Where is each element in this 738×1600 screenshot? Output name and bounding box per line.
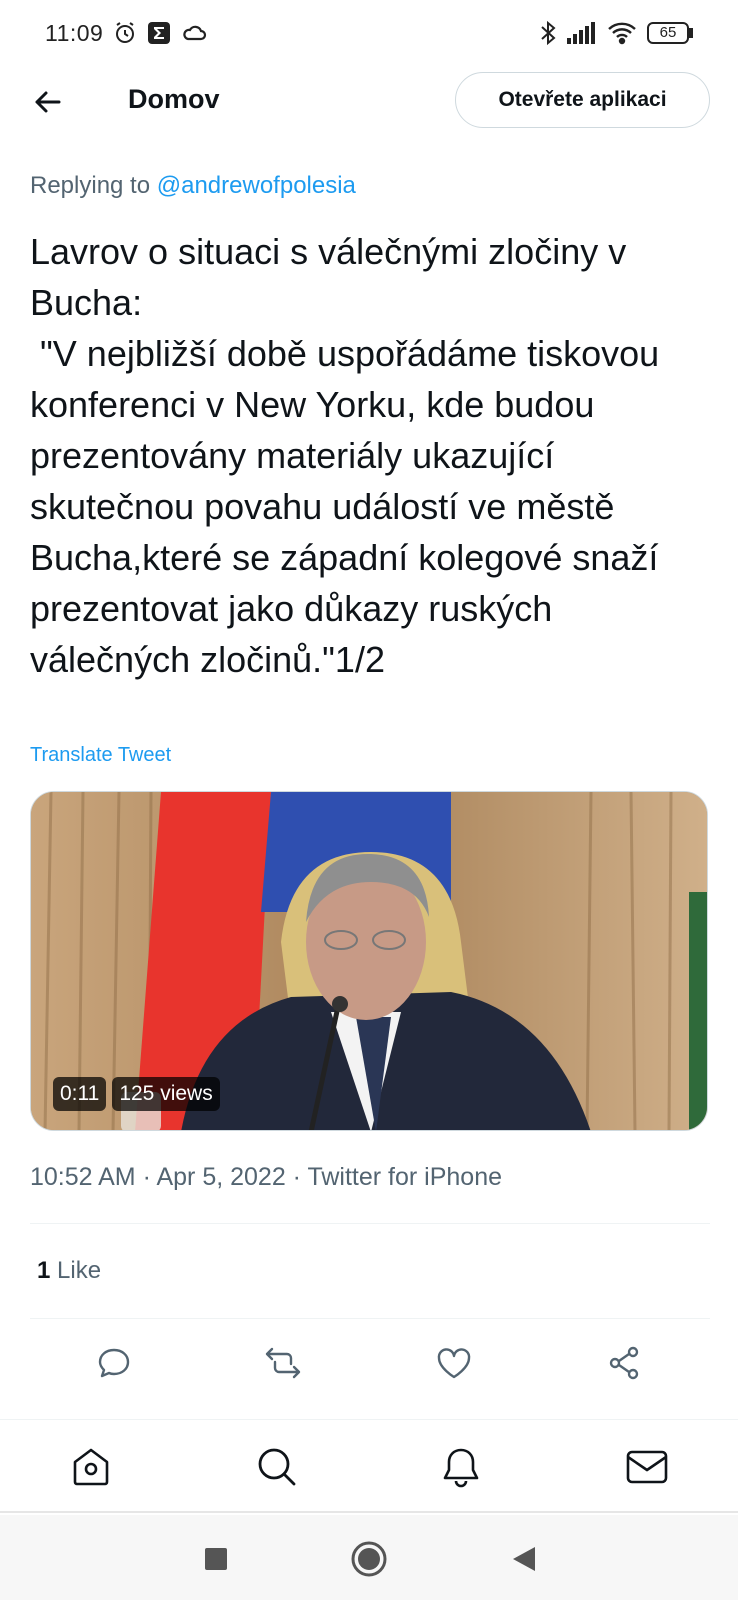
square-icon — [205, 1548, 227, 1570]
likes-number: 1 — [37, 1257, 51, 1284]
battery-icon: 65 — [647, 21, 693, 45]
video-views: 125 views — [112, 1077, 220, 1111]
page: 11:09 65 Domov Otevřete aplikaci Replyin… — [0, 0, 738, 1600]
search-icon — [258, 1448, 296, 1486]
divider — [30, 1318, 710, 1319]
likes-label: Like — [50, 1257, 102, 1284]
sigma-icon — [147, 21, 171, 45]
retweet-icon — [265, 1347, 301, 1379]
reply-icon — [98, 1348, 130, 1378]
divider — [30, 1223, 710, 1224]
video-player[interactable]: 0:11 125 views — [30, 791, 708, 1131]
header: Domov Otevřete aplikaci — [0, 66, 738, 136]
back-system-button[interactable] — [504, 1539, 544, 1579]
open-app-button[interactable]: Otevřete aplikaci — [455, 72, 710, 128]
home-system-button[interactable] — [349, 1539, 389, 1579]
replying-handle-link[interactable]: @andrewofpolesia — [157, 172, 356, 199]
battery-level: 65 — [659, 24, 677, 41]
tweet-actions — [0, 1335, 738, 1391]
status-time: 11:09 — [45, 19, 104, 46]
nav-search[interactable] — [252, 1442, 302, 1492]
messages-icon — [626, 1450, 668, 1484]
reply-button[interactable] — [86, 1335, 142, 1391]
cloud-icon — [181, 22, 207, 44]
notifications-icon — [443, 1448, 479, 1488]
replying-prefix: Replying to — [30, 172, 157, 199]
share-icon — [609, 1346, 639, 1380]
video-duration: 0:11 — [53, 1077, 107, 1111]
video-badges: 0:11 125 views — [53, 1076, 220, 1112]
nav-messages[interactable] — [622, 1442, 672, 1492]
signal-icon — [567, 22, 597, 44]
nav-home[interactable] — [66, 1442, 116, 1492]
like-button[interactable] — [426, 1335, 482, 1391]
bluetooth-icon — [539, 20, 557, 46]
share-button[interactable] — [596, 1335, 652, 1391]
arrow-left-icon — [35, 91, 61, 113]
home-icon — [73, 1448, 109, 1486]
nav-notifications[interactable] — [436, 1442, 486, 1492]
circle-icon — [351, 1541, 387, 1577]
alarm-icon — [113, 21, 137, 45]
bottom-nav — [0, 1419, 738, 1513]
recent-apps-button[interactable] — [196, 1539, 236, 1579]
retweet-button[interactable] — [255, 1335, 311, 1391]
triangle-back-icon — [513, 1547, 535, 1571]
replying-to: Replying to @andrewofpolesia — [30, 172, 356, 200]
tweet-timestamp: 10:52 AM · Apr 5, 2022 · Twitter for iPh… — [30, 1163, 503, 1191]
like-icon — [437, 1348, 471, 1379]
translate-tweet-link[interactable]: Translate Tweet — [30, 744, 171, 767]
system-nav-bar — [0, 1515, 738, 1600]
status-bar: 11:09 65 — [0, 0, 738, 66]
back-button[interactable] — [28, 82, 68, 122]
likes-count[interactable]: 1 Like — [37, 1257, 101, 1285]
tweet-text: Lavrov o situaci s válečnými zločiny v B… — [30, 231, 660, 680]
wifi-icon — [607, 21, 637, 45]
page-title: Domov — [128, 84, 220, 114]
